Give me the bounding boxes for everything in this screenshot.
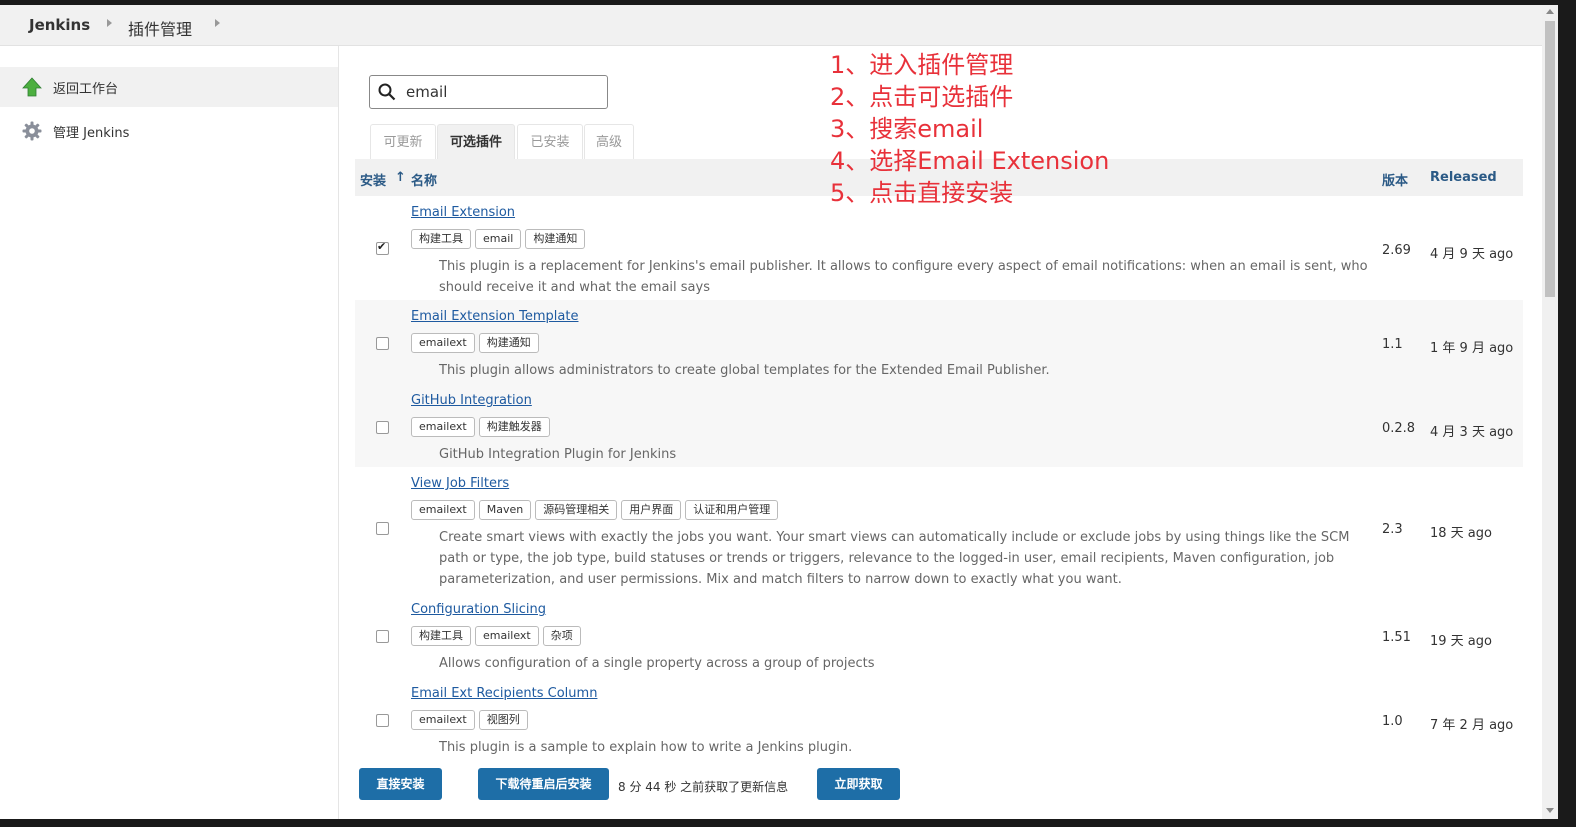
tag[interactable]: 视图列 [478,710,528,730]
plugin-released: 7 年 2 月 ago [1430,718,1514,733]
plugin-released: 4 月 9 天 ago [1430,247,1514,262]
tag-list: 构建工具 email 构建通知 [411,227,589,249]
plugin-table: 安装 ↑ 名称 版本 Released Email Extension 构建工具… [355,159,1523,756]
sidebar-item-manage-jenkins[interactable]: 管理 Jenkins [0,111,338,151]
plugin-version: 1.1 [1382,337,1403,352]
table-row: GitHub Integration emailext 构建触发器 GitHub … [355,384,1523,467]
tag-list: 构建工具 emailext 杂项 [411,624,585,646]
plugin-description: Create smart views with exactly the jobs… [439,530,1350,587]
sidebar-item-label: 返回工作台 [53,82,119,97]
plugin-released: 4 月 3 天 ago [1430,425,1514,440]
tag[interactable]: 构建通知 [478,333,539,353]
check-now-button[interactable]: 立即获取 [817,768,900,800]
column-released[interactable]: Released [1430,170,1497,185]
vertical-scrollbar[interactable] [1542,5,1558,819]
plugin-name-link[interactable]: Email Extension Template [411,309,578,324]
plugin-version: 2.69 [1382,243,1411,258]
column-install[interactable]: 安装 [360,170,386,189]
update-info-text: 8 分 44 秒 之前获取了更新信息 [618,780,789,794]
column-version[interactable]: 版本 [1382,170,1408,189]
plugin-description: This plugin is a sample to explain how t… [439,740,853,755]
install-checkbox[interactable] [376,630,389,643]
column-name[interactable]: 名称 [411,170,437,189]
plugin-description: GitHub Integration Plugin for Jenkins [439,447,677,462]
install-checkbox[interactable] [376,337,389,350]
tag-list: emailext Maven 源码管理相关 用户界面 认证和用户管理 [411,498,782,520]
plugin-name-link[interactable]: View Job Filters [411,476,509,491]
plugin-name-link[interactable]: Configuration Slicing [411,602,546,617]
tab-advanced[interactable]: 高级 [584,124,634,161]
plugin-released: 1 年 9 月 ago [1430,341,1514,356]
tag[interactable]: 杂项 [542,626,581,646]
plugin-description: Allows configuration of a single propert… [439,656,875,671]
jenkins-window: Jenkins 插件管理 返回工作台 管理 Jenkins email 可更新 … [0,5,1542,819]
plugin-version: 1.0 [1382,714,1403,729]
tag[interactable]: 构建触发器 [478,417,550,437]
sidebar: 返回工作台 管理 Jenkins [0,46,339,819]
install-checkbox[interactable] [376,240,389,255]
annotation-steps: 1、进入插件管理 2、点击可选插件 3、搜索email 4、选择Email Ex… [830,49,1109,209]
table-row: View Job Filters emailext Maven 源码管理相关 用户界面… [355,467,1523,593]
plugin-name-link[interactable]: Email Extension [411,205,515,220]
plugin-description: This plugin allows administrators to cre… [439,363,1050,378]
tag[interactable]: emailext [411,710,475,730]
tag[interactable]: emailext [411,333,475,353]
tab-available[interactable]: 可选插件 [437,124,515,161]
install-checkbox[interactable] [376,714,389,727]
annotation-step: 4、选择Email Extension [830,147,1110,175]
scrollbar-thumb[interactable] [1545,21,1555,297]
sidebar-item-label: 管理 Jenkins [53,126,130,141]
plugin-version: 0.2.8 [1382,421,1416,436]
annotation-step: 2、点击可选插件 [830,83,1014,111]
sidebar-item-back-to-dashboard[interactable]: 返回工作台 [0,67,338,107]
plugin-version: 1.51 [1382,630,1411,645]
plugin-released: 19 天 ago [1430,634,1492,649]
table-row: Configuration Slicing 构建工具 emailext 杂项 All… [355,593,1523,677]
breadcrumb-plugin-manager[interactable]: 插件管理 [128,16,192,40]
scroll-down-arrow-icon[interactable] [1546,808,1554,813]
tag[interactable]: email [475,229,522,249]
install-checkbox[interactable] [376,522,389,535]
install-now-button[interactable]: 直接安装 [359,768,442,800]
tag-list: emailext 视图列 [411,708,532,730]
tab-installed[interactable]: 已安装 [517,124,583,161]
plugin-search-box[interactable] [369,75,608,109]
tag[interactable]: 源码管理相关 [535,500,618,520]
breadcrumb-arrow-icon [107,19,112,27]
plugin-name-link[interactable]: GitHub Integration [411,393,532,408]
sort-arrow-icon[interactable]: ↑ [395,170,406,185]
plugin-description: This plugin is a replacement for Jenkins… [439,259,1368,295]
plugin-released: 18 天 ago [1430,526,1492,541]
install-checkbox[interactable] [376,421,389,434]
tag[interactable]: 构建通知 [525,229,586,249]
table-row: Email Ext Recipients Column emailext 视图列 … [355,677,1523,756]
tag[interactable]: emailext [475,626,539,646]
tag[interactable]: 构建工具 [411,229,471,249]
jenkins-home-link[interactable]: Jenkins [29,16,90,34]
up-arrow-icon [22,77,42,97]
annotation-step: 1、进入插件管理 [830,51,1014,79]
gear-icon [22,121,42,141]
annotation-step: 3、搜索email [830,115,984,143]
tag[interactable]: emailext [411,417,475,437]
tab-updates[interactable]: 可更新 [370,124,436,161]
search-input[interactable] [404,80,598,104]
breadcrumb-arrow-icon[interactable] [215,19,220,27]
search-icon [378,83,396,101]
annotation-step: 5、点击直接安装 [830,179,1014,207]
tag[interactable]: Maven [478,500,532,520]
tag-list: emailext 构建通知 [411,331,543,353]
table-row: Email Extension 构建工具email构建通知 This plugi… [355,196,1523,300]
breadcrumb-bar: Jenkins 插件管理 [0,5,1542,46]
scroll-up-arrow-icon[interactable] [1546,9,1554,14]
tag-list: emailext 构建触发器 [411,415,554,437]
plugin-version: 2.3 [1382,522,1403,537]
install-after-restart-button[interactable]: 下载待重启后安装 [478,768,609,800]
plugin-name-link[interactable]: Email Ext Recipients Column [411,686,597,701]
tag[interactable]: 认证和用户管理 [685,500,779,520]
tag[interactable]: 构建工具 [411,626,471,646]
table-row: Email Extension Template emailext 构建通知 Th… [355,300,1523,384]
tag[interactable]: emailext [411,500,475,520]
tag[interactable]: 用户界面 [621,500,682,520]
